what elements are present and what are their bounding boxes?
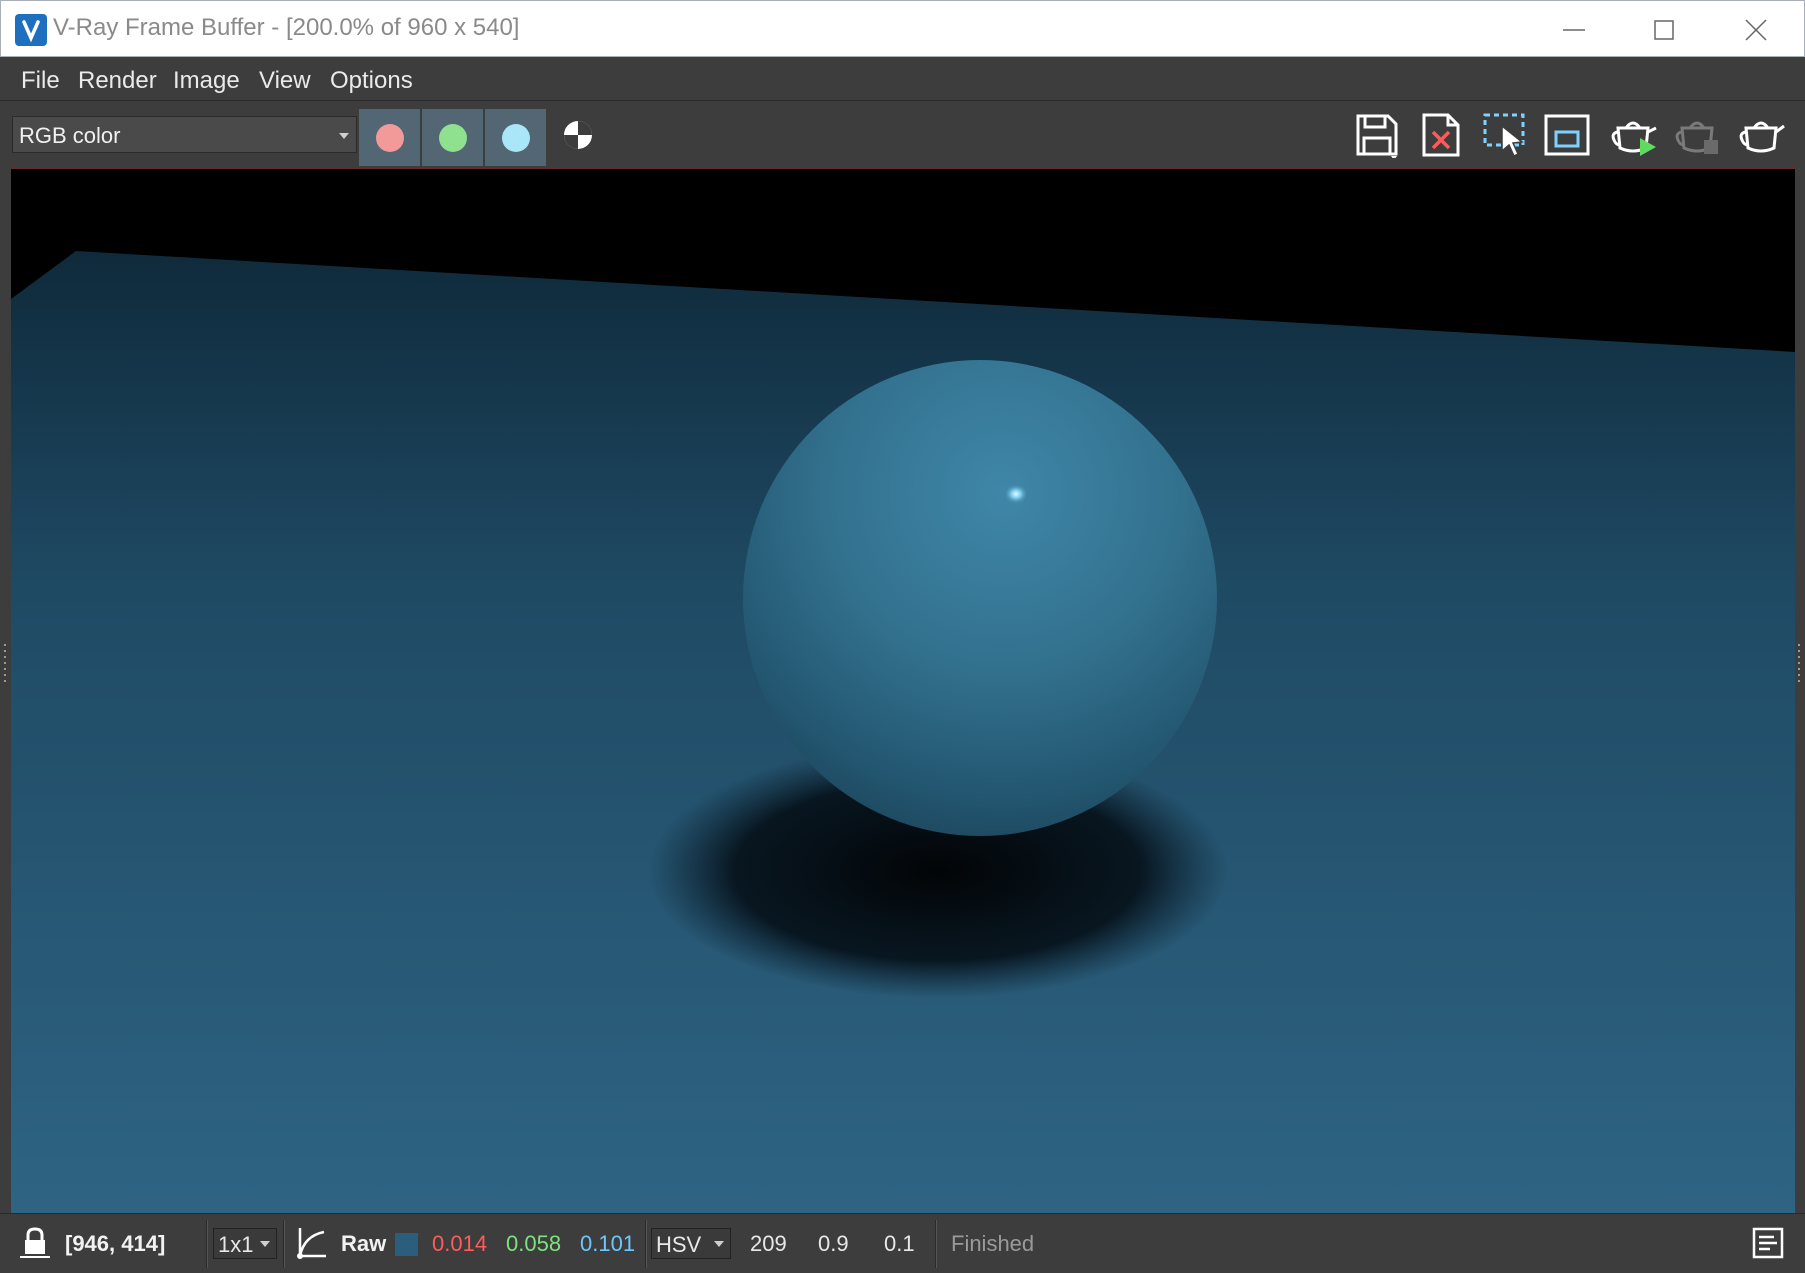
status-bar: [946, 414] 1x1 Raw 0.014 0.058 0.101 HSV… [0, 1213, 1805, 1273]
channel-dropdown-value: RGB color [19, 123, 121, 148]
green-channel-button[interactable] [422, 109, 483, 166]
hue-value: 209 [750, 1231, 787, 1256]
menu-render[interactable]: Render [78, 67, 157, 95]
stop-render-button[interactable] [1674, 112, 1724, 158]
save-icon [1356, 114, 1398, 160]
clear-image-button[interactable] [1418, 112, 1464, 158]
log-panel-button[interactable] [1752, 1227, 1784, 1259]
red-channel-button[interactable] [359, 109, 420, 166]
blue-dot-icon [502, 124, 530, 152]
alpha-icon [564, 121, 592, 149]
status-separator [206, 1220, 208, 1268]
status-separator [283, 1220, 285, 1268]
curve-icon [297, 1228, 326, 1259]
interactive-render-icon [1611, 121, 1657, 156]
render-viewport[interactable] [11, 168, 1795, 1214]
render-button[interactable] [1736, 112, 1786, 158]
close-icon [1745, 19, 1767, 41]
minimize-icon [1563, 29, 1585, 31]
left-panel-grip[interactable] [2, 642, 8, 686]
vray-logo-icon [15, 14, 47, 46]
color-space-value: HSV [656, 1232, 702, 1257]
interactive-render-button[interactable] [1610, 112, 1660, 158]
alpha-channel-button[interactable] [558, 117, 598, 157]
title-bar: V-Ray Frame Buffer - [200.0% of 960 x 54… [0, 0, 1805, 57]
chevron-down-icon [260, 1241, 270, 1247]
green-value: 0.058 [506, 1231, 562, 1256]
saturation-value: 0.9 [818, 1231, 849, 1256]
save-button[interactable] [1354, 112, 1400, 160]
log-icon [1752, 1227, 1784, 1259]
sample-size-dropdown[interactable]: 1x1 [213, 1228, 277, 1259]
sample-size-value: 1x1 [218, 1232, 254, 1257]
clear-image-icon [1422, 113, 1460, 157]
channel-dropdown[interactable]: RGB color [12, 116, 357, 153]
color-mode-label: Raw [341, 1231, 387, 1256]
minimize-button[interactable] [1529, 1, 1619, 58]
lock-icon [20, 1227, 50, 1258]
blue-value: 0.101 [580, 1231, 636, 1256]
color-curve-button[interactable] [294, 1226, 328, 1260]
render-icon [1739, 121, 1785, 153]
pixel-coordinates: [946, 414] [65, 1231, 166, 1256]
menu-image[interactable]: Image [173, 67, 240, 95]
chevron-down-icon [339, 133, 349, 139]
maximize-icon [1654, 20, 1674, 40]
stop-render-icon [1675, 121, 1718, 154]
red-dot-icon [376, 124, 404, 152]
blue-channel-button[interactable] [485, 109, 546, 166]
window-title: V-Ray Frame Buffer - [200.0% of 960 x 54… [53, 14, 520, 41]
close-button[interactable] [1711, 1, 1801, 58]
color-swatch [395, 1233, 418, 1256]
color-space-dropdown[interactable]: HSV [651, 1228, 731, 1259]
status-separator [935, 1220, 937, 1268]
value-value: 0.1 [884, 1231, 915, 1256]
region-render-button[interactable] [1482, 112, 1528, 158]
status-separator [645, 1220, 647, 1268]
follow-mouse-icon [1544, 114, 1590, 156]
lock-coordinates-button[interactable] [20, 1226, 50, 1260]
rendered-image [11, 169, 1795, 1214]
menu-bar: File Render Image View Options [0, 57, 1805, 101]
menu-view[interactable]: View [259, 67, 311, 95]
vfb-window: V-Ray Frame Buffer - [200.0% of 960 x 54… [0, 0, 1805, 1273]
follow-mouse-button[interactable] [1544, 112, 1590, 158]
right-panel-grip[interactable] [1796, 642, 1802, 686]
green-dot-icon [439, 124, 467, 152]
menu-options[interactable]: Options [330, 67, 413, 95]
toolbar: RGB color [0, 101, 1805, 168]
render-status: Finished [951, 1231, 1035, 1256]
region-render-icon [1483, 113, 1525, 158]
chevron-down-icon [714, 1241, 724, 1247]
red-value: 0.014 [432, 1231, 488, 1256]
menu-file[interactable]: File [21, 67, 60, 95]
maximize-button[interactable] [1619, 1, 1709, 58]
